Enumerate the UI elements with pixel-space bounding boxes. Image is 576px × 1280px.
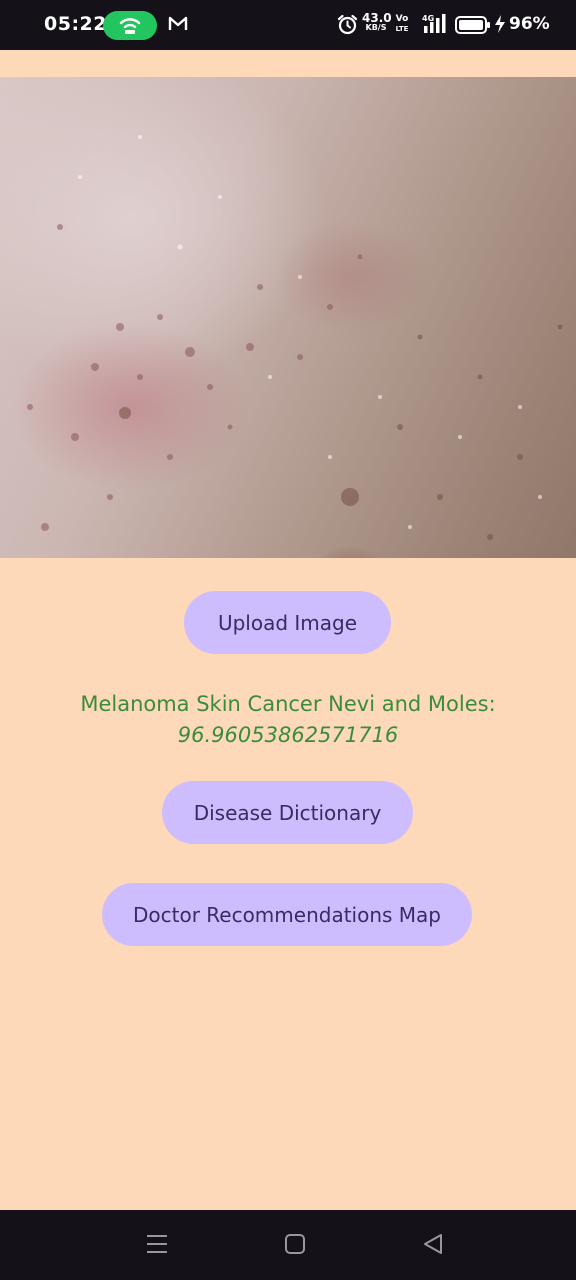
hotspot-indicator — [103, 11, 157, 40]
status-time: 05:22 — [44, 13, 107, 35]
status-bar: 05:22 43.0 KB/S Vo LTE 4G 96% — [0, 0, 576, 50]
back-icon[interactable] — [423, 1232, 443, 1256]
disease-dictionary-label: Disease Dictionary — [193, 800, 382, 825]
network-speed: 43.0 KB/S — [362, 11, 392, 33]
volte-indicator: Vo LTE — [394, 14, 410, 34]
signal-icon: 4G — [422, 14, 446, 33]
doctor-recommendations-map-button[interactable]: Doctor Recommendations Map — [102, 883, 472, 946]
network-speed-value: 43.0 — [362, 11, 392, 25]
alarm-icon — [337, 14, 358, 35]
recent-apps-icon[interactable] — [146, 1232, 168, 1256]
uploaded-skin-image — [0, 77, 576, 558]
home-icon[interactable] — [285, 1232, 305, 1256]
upload-image-label: Upload Image — [217, 610, 358, 635]
disease-dictionary-button[interactable]: Disease Dictionary — [162, 781, 413, 844]
gmail-icon — [168, 16, 188, 30]
volte-bottom: LTE — [395, 25, 409, 33]
charging-bolt-icon — [495, 15, 505, 33]
volte-top: Vo — [395, 14, 409, 24]
skin-texture — [27, 135, 563, 540]
prediction-label: Melanoma Skin Cancer Nevi and Moles: — [80, 692, 496, 716]
hotspot-icon — [119, 18, 141, 34]
network-type: 4G — [422, 14, 434, 23]
prediction-result: Melanoma Skin Cancer Nevi and Moles: 96.… — [0, 689, 576, 751]
battery-icon — [455, 16, 490, 34]
prediction-confidence: 96.96053862571716 — [177, 723, 399, 747]
system-navigation-bar — [0, 1210, 576, 1280]
upload-image-button[interactable]: Upload Image — [184, 591, 391, 654]
doctor-recommendations-map-label: Doctor Recommendations Map — [132, 902, 442, 927]
network-speed-unit: KB/S — [365, 23, 387, 32]
battery-percent: 96% — [509, 14, 550, 34]
